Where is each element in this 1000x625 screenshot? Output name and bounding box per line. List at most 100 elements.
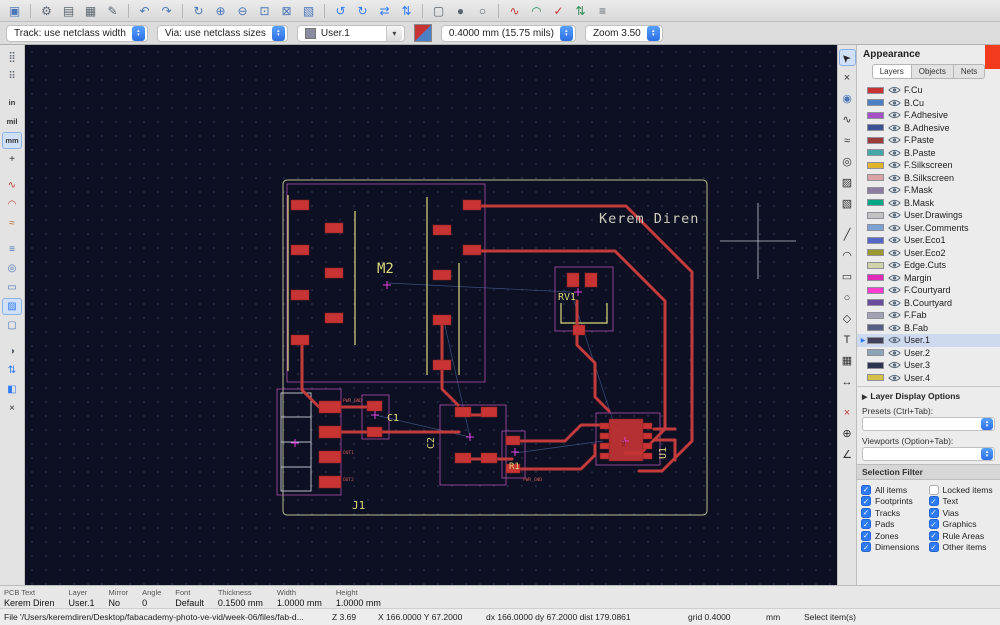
checkbox-icon[interactable]: ✓ xyxy=(861,542,871,553)
layer-color-swatch[interactable] xyxy=(867,249,884,257)
layer-row-User.1[interactable]: ▶ User.1 xyxy=(857,334,1000,347)
measure-tool[interactable]: ∠ xyxy=(839,447,856,464)
track-width-stepper[interactable]: ▴ ▾ xyxy=(131,25,145,41)
layer-color-swatch[interactable] xyxy=(867,261,884,269)
highlight-net-tool[interactable]: ◉ xyxy=(839,91,856,108)
sketch-vias-icon[interactable]: ◎ xyxy=(2,260,22,277)
layer-visibility-icon[interactable] xyxy=(888,374,903,382)
line-tool[interactable]: ╱ xyxy=(839,227,856,244)
layer-visibility-icon[interactable] xyxy=(888,124,903,132)
layer-color-swatch[interactable] xyxy=(867,286,884,294)
rule-area-tool[interactable]: ▧ xyxy=(839,196,856,213)
layer-visibility-icon[interactable] xyxy=(888,336,903,344)
layer-visibility-icon[interactable] xyxy=(888,299,903,307)
layer-visibility-icon[interactable] xyxy=(888,236,903,244)
checkbox-icon[interactable]: ✓ xyxy=(928,519,939,530)
layer-visibility-icon[interactable] xyxy=(888,174,903,182)
layer-visibility-icon[interactable] xyxy=(888,311,903,319)
pcb-canvas[interactable]: PWR_GND OUT1 OUT2 PWR_GND M2 RV1 C1 C2 R… xyxy=(25,45,837,585)
layer-color-swatch[interactable] xyxy=(867,361,884,369)
layer-color-swatch[interactable] xyxy=(867,111,884,119)
layer-row-B.Adhesive[interactable]: B.Adhesive xyxy=(857,122,1000,135)
grid-dots-icon[interactable]: ⣿ xyxy=(2,49,22,66)
filter-item-other-items[interactable]: ✓ Other items xyxy=(928,542,997,554)
layer-color-swatch[interactable] xyxy=(867,199,884,207)
presets-select[interactable]: ▴ ▾ xyxy=(862,417,995,431)
active-layer-select[interactable]: User.1 ▾ xyxy=(296,24,405,42)
m2-label[interactable]: M2 xyxy=(377,261,394,277)
layer-visibility-icon[interactable] xyxy=(888,136,903,144)
grid-style-icon[interactable]: ⠿ xyxy=(2,68,22,85)
origin-tool[interactable]: ⊕ xyxy=(839,426,856,443)
layer-visibility-icon[interactable] xyxy=(888,224,903,232)
layer-row-F.Fab[interactable]: F.Fab xyxy=(857,309,1000,322)
net-highlight-icon[interactable]: ≈ xyxy=(2,215,22,232)
stepper-down-icon[interactable]: ▾ xyxy=(565,33,568,38)
layer-visibility-icon[interactable] xyxy=(888,286,903,294)
script-console-icon[interactable]: ≡ xyxy=(592,2,613,20)
layer-row-Margin[interactable]: Margin xyxy=(857,272,1000,285)
layer-color-swatch[interactable] xyxy=(867,174,884,182)
tab-nets[interactable]: Nets xyxy=(953,64,986,79)
footprint-pads[interactable] xyxy=(290,199,653,489)
layer-row-F.Courtyard[interactable]: F.Courtyard xyxy=(857,284,1000,297)
plot-icon[interactable]: ✎ xyxy=(102,2,123,20)
via-tool[interactable]: ◎ xyxy=(839,154,856,171)
select-tool[interactable]: ➤ xyxy=(838,49,856,66)
j1-label[interactable]: J1 xyxy=(352,499,365,512)
presets-stepper[interactable]: ▴ ▾ xyxy=(981,418,993,430)
layer-row-F.Adhesive[interactable]: F.Adhesive xyxy=(857,109,1000,122)
zoom-select[interactable]: Zoom 3.50 ▴ ▾ xyxy=(584,24,663,42)
filter-item-footprints[interactable]: ✓ Footprints xyxy=(861,496,929,508)
j1-connector-body[interactable] xyxy=(280,392,312,492)
checkbox-icon[interactable]: ✓ xyxy=(928,507,939,518)
layer-row-F.Cu[interactable]: F.Cu xyxy=(857,84,1000,97)
layer-visibility-icon[interactable] xyxy=(888,274,903,282)
undo-icon[interactable]: ↶ xyxy=(134,2,155,20)
c2-label[interactable]: C2 xyxy=(426,437,437,449)
textbox-tool[interactable]: ▦ xyxy=(839,353,856,370)
rect-tool[interactable]: ▭ xyxy=(839,269,856,286)
filter-item-zones[interactable]: ✓ Zones xyxy=(861,530,929,542)
layer-row-User.2[interactable]: User.2 xyxy=(857,347,1000,360)
viewports-stepper[interactable]: ▴ ▾ xyxy=(981,448,993,460)
layer-row-B.Mask[interactable]: B.Mask xyxy=(857,197,1000,210)
local-ratsnest-tool[interactable]: × xyxy=(839,70,856,87)
zoom-selection-icon[interactable]: ⊠ xyxy=(276,2,297,20)
filter-item-locked-items[interactable]: Locked items xyxy=(928,484,997,496)
zone-fill-display-icon[interactable]: ▨ xyxy=(2,298,22,315)
high-contrast-icon[interactable]: ◑ xyxy=(2,343,22,360)
filter-item-tracks[interactable]: ✓ Tracks xyxy=(861,507,929,519)
layer-color-swatch[interactable] xyxy=(867,186,884,194)
filter-item-graphics[interactable]: ✓ Graphics xyxy=(928,519,997,531)
zone-tool[interactable]: ▨ xyxy=(839,175,856,192)
layer-color-swatch[interactable] xyxy=(867,374,884,382)
via-size-stepper[interactable]: ▴ ▾ xyxy=(271,25,285,41)
layer-color-swatch[interactable] xyxy=(867,86,884,94)
zone-outline-display-icon[interactable]: ▢ xyxy=(2,317,22,334)
print-icon[interactable]: ▦ xyxy=(80,2,101,20)
layer-row-F.Mask[interactable]: F.Mask xyxy=(857,184,1000,197)
redo-icon[interactable]: ↷ xyxy=(156,2,177,20)
polygon-tool[interactable]: ◇ xyxy=(839,311,856,328)
zoom-fit-icon[interactable]: ⊡ xyxy=(254,2,275,20)
circle-tool[interactable]: ○ xyxy=(839,290,856,307)
layer-color-swatch[interactable] xyxy=(867,349,884,357)
board-setup-icon[interactable]: ⚙ xyxy=(36,2,57,20)
layer-row-B.Silkscreen[interactable]: B.Silkscreen xyxy=(857,172,1000,185)
pcb-text-kerem-diren[interactable]: Kerem Diren xyxy=(599,211,699,227)
route-diffpair-tool[interactable]: ≈ xyxy=(839,133,856,150)
curved-ratsnest-display-icon[interactable]: ◠ xyxy=(2,196,22,213)
delete-tool[interactable]: × xyxy=(839,405,856,422)
r1-label[interactable]: R1 xyxy=(509,462,520,472)
curved-ratsnest-icon[interactable]: ◠ xyxy=(526,2,547,20)
layer-color-swatch[interactable] xyxy=(867,136,884,144)
layer-pair-indicator[interactable] xyxy=(413,24,432,42)
checkbox-icon[interactable] xyxy=(928,484,939,495)
layer-row-User.4[interactable]: User.4 xyxy=(857,372,1000,385)
checkbox-icon[interactable]: ✓ xyxy=(861,484,871,495)
filter-item-rule-areas[interactable]: ✓ Rule Areas xyxy=(928,530,997,542)
units-mils-button[interactable]: mil xyxy=(2,113,22,130)
sketch-pads-icon[interactable]: ▭ xyxy=(2,279,22,296)
layer-visibility-icon[interactable] xyxy=(888,99,903,107)
